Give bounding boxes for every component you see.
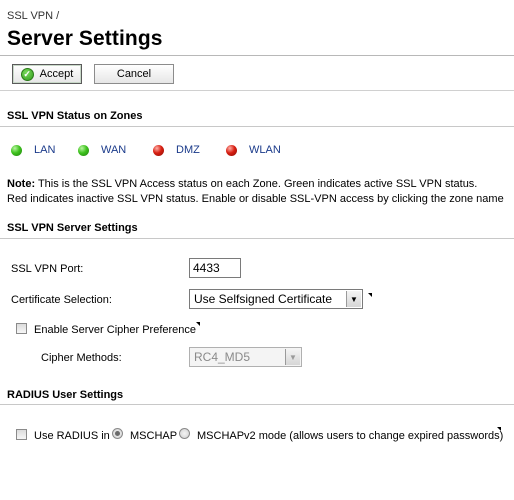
status-section-divider (0, 126, 514, 127)
tooltip-corner-icon[interactable] (196, 322, 200, 326)
note-line-1: This is the SSL VPN Access status on eac… (35, 178, 478, 190)
title-divider (0, 55, 514, 56)
zone-wan[interactable]: WAN (78, 144, 126, 156)
zone-lan[interactable]: LAN (11, 144, 55, 156)
checkmark-icon: ✓ (20, 67, 34, 81)
breadcrumb[interactable]: SSL VPN / (7, 10, 59, 22)
cancel-button-label: Cancel (116, 68, 152, 80)
radius-section-title: RADIUS User Settings (7, 389, 124, 401)
page-title: Server Settings (7, 27, 163, 50)
cipher-methods-label: Cipher Methods: (41, 352, 122, 364)
enable-cipher-preference-checkbox[interactable] (16, 323, 27, 334)
ssl-vpn-port-label: SSL VPN Port: (11, 263, 84, 275)
mschapv2-radio[interactable] (179, 428, 190, 439)
zone-lan-label: LAN (34, 144, 56, 156)
tooltip-corner-icon[interactable] (497, 427, 501, 431)
mschap-radio[interactable] (112, 428, 123, 439)
chevron-down-icon[interactable]: ▼ (285, 349, 300, 365)
cancel-button[interactable]: Cancel (94, 64, 174, 84)
use-radius-label[interactable]: Use RADIUS in (34, 430, 110, 442)
mschapv2-label[interactable]: MSCHAPv2 mode (allows users to change ex… (197, 430, 503, 442)
zone-dmz-label: DMZ (176, 144, 200, 156)
use-radius-checkbox[interactable] (16, 429, 27, 440)
server-section-divider (0, 238, 514, 239)
inactive-status-icon (153, 144, 164, 156)
cipher-methods-select[interactable]: RC4_MD5 ▼ (189, 347, 302, 367)
certificate-select[interactable]: Use Selfsigned Certificate ▼ (189, 289, 363, 309)
zone-dmz[interactable]: DMZ (153, 144, 200, 156)
accept-button-label: Accept (39, 68, 74, 80)
mschap-label[interactable]: MSCHAP (130, 430, 177, 442)
certificate-select-value: Use Selfsigned Certificate (194, 292, 333, 306)
zone-wan-label: WAN (101, 144, 127, 156)
status-section-title: SSL VPN Status on Zones (7, 110, 143, 122)
certificate-selection-label: Certificate Selection: (11, 294, 112, 306)
tooltip-corner-icon[interactable] (368, 293, 372, 297)
note-line-2: Red indicates inactive SSL VPN status. E… (7, 193, 504, 205)
inactive-status-icon (226, 144, 237, 156)
radius-section-divider (0, 404, 514, 405)
toolbar-divider (0, 90, 514, 91)
chevron-down-icon[interactable]: ▼ (346, 291, 361, 307)
server-section-title: SSL VPN Server Settings (7, 222, 138, 234)
active-status-icon (11, 144, 22, 156)
active-status-icon (78, 144, 89, 156)
cipher-methods-value: RC4_MD5 (194, 350, 251, 364)
accept-button[interactable]: ✓ Accept (12, 64, 82, 84)
zone-wlan[interactable]: WLAN (226, 144, 281, 156)
ssl-vpn-port-input[interactable] (189, 258, 241, 278)
enable-cipher-preference-label[interactable]: Enable Server Cipher Preference (34, 324, 196, 336)
zone-wlan-label: WLAN (249, 144, 281, 156)
note-label: Note: (7, 178, 36, 190)
zone-status-note: Note: This is the SSL VPN Access status … (7, 177, 512, 207)
